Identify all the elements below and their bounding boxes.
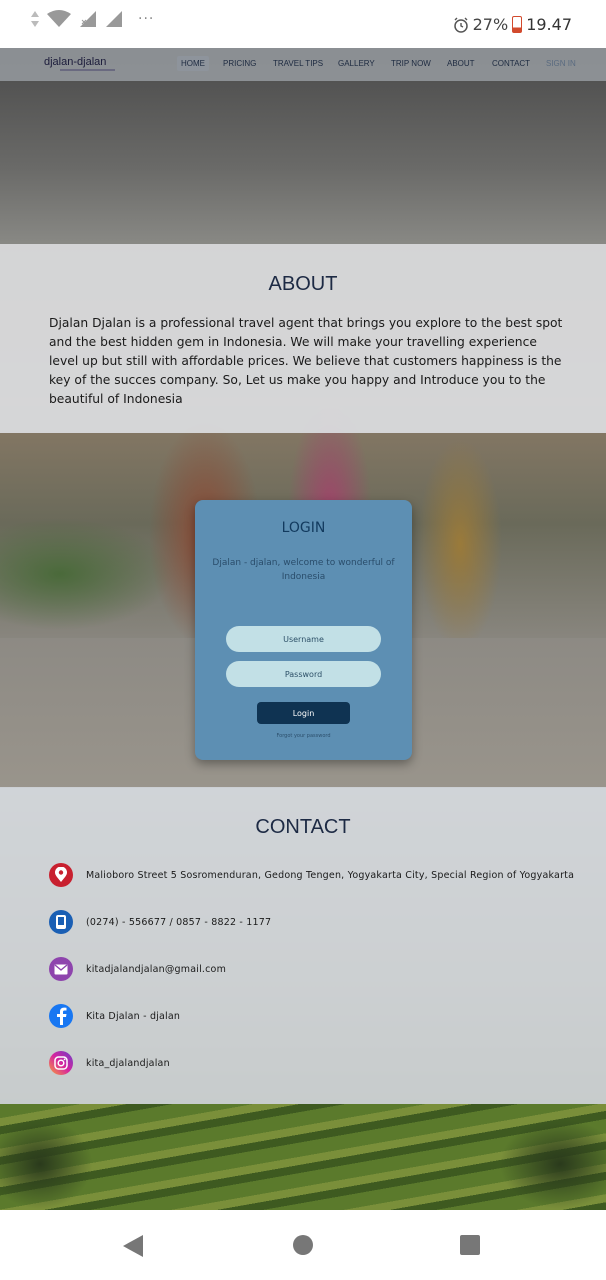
status-left: ··· (30, 10, 154, 28)
contact-phone-text: (0274) - 556677 / 0857 - 8822 - 1177 (86, 916, 272, 928)
web-page: djalan-djalan HOME PRICING TRAVEL TIPS G… (0, 48, 606, 1210)
battery-percent: 27% (472, 15, 509, 34)
logo[interactable]: djalan-djalan (44, 56, 106, 68)
nav-contact[interactable]: CONTACT (488, 56, 534, 71)
contact-email-text[interactable]: kitadjalandjalan@gmail.com (86, 964, 226, 975)
status-right: 27% 19.47 (453, 15, 572, 34)
login-button[interactable]: Login (257, 702, 350, 724)
wifi-icon (47, 10, 71, 27)
username-input[interactable]: Username (226, 626, 381, 652)
about-title: ABOUT (268, 273, 338, 295)
signal-arrows-icon (31, 11, 39, 27)
top-navbar: djalan-djalan HOME PRICING TRAVEL TIPS G… (0, 48, 606, 81)
status-bar: ··· 27% 19.47 (0, 0, 606, 48)
contact-title: CONTACT (255, 816, 351, 838)
battery-icon (512, 16, 523, 33)
clock-time: 19.47 (526, 15, 572, 34)
signal-icon (106, 11, 122, 27)
location-pin-icon (49, 863, 73, 887)
facebook-icon (49, 1004, 73, 1028)
nav-about[interactable]: ABOUT (443, 56, 479, 71)
nav-sign-in[interactable]: SIGN IN (542, 56, 580, 71)
logo-underline (60, 69, 115, 71)
login-card: LOGIN Djalan - djalan, welcome to wonder… (195, 500, 412, 760)
nav-pricing[interactable]: PRICING (219, 56, 260, 71)
contact-address-text: Malioboro Street 5 Sosromenduran, Gedong… (86, 869, 575, 881)
contact-instagram-text[interactable]: kita_djalandjalan (86, 1058, 170, 1069)
more-icon: ··· (138, 11, 155, 27)
contact-facebook: Kita Djalan - djalan (49, 1004, 180, 1028)
system-nav-bar (0, 1210, 606, 1280)
forgot-password-link[interactable]: Forgot your password (195, 733, 412, 739)
signal-icon (80, 11, 96, 27)
contact-instagram: kita_djalandjalan (49, 1051, 170, 1075)
instagram-icon (49, 1051, 73, 1075)
logo-text: djalan-djalan (44, 56, 107, 68)
email-icon (49, 957, 73, 981)
password-input[interactable]: Password (226, 661, 381, 687)
recents-icon[interactable] (459, 1234, 481, 1256)
back-icon[interactable] (122, 1234, 144, 1258)
login-title: LOGIN (281, 520, 326, 536)
nav-trip-now[interactable]: TRIP NOW (387, 56, 435, 71)
phone-icon (49, 910, 73, 934)
contact-phone: (0274) - 556677 / 0857 - 8822 - 1177 (49, 910, 271, 934)
alarm-icon (453, 17, 468, 33)
about-section: ABOUT Djalan Djalan is a professional tr… (0, 244, 606, 433)
home-icon[interactable] (292, 1234, 314, 1256)
contact-section: CONTACT Malioboro Street 5 Sosromenduran… (0, 787, 606, 1104)
contact-address: Malioboro Street 5 Sosromenduran, Gedong… (49, 863, 574, 887)
contact-email: kitadjalandjalan@gmail.com (49, 957, 226, 981)
login-subtitle: Djalan - djalan, welcome to wonderful of… (212, 558, 395, 582)
nav-home[interactable]: HOME (177, 56, 209, 71)
contact-facebook-text[interactable]: Kita Djalan - djalan (86, 1011, 180, 1022)
about-text: Djalan Djalan is a professional travel a… (49, 316, 563, 406)
nav-travel-tips[interactable]: TRAVEL TIPS (269, 56, 327, 71)
rice-terrace-image (0, 1104, 606, 1210)
nav-gallery[interactable]: GALLERY (334, 56, 379, 71)
